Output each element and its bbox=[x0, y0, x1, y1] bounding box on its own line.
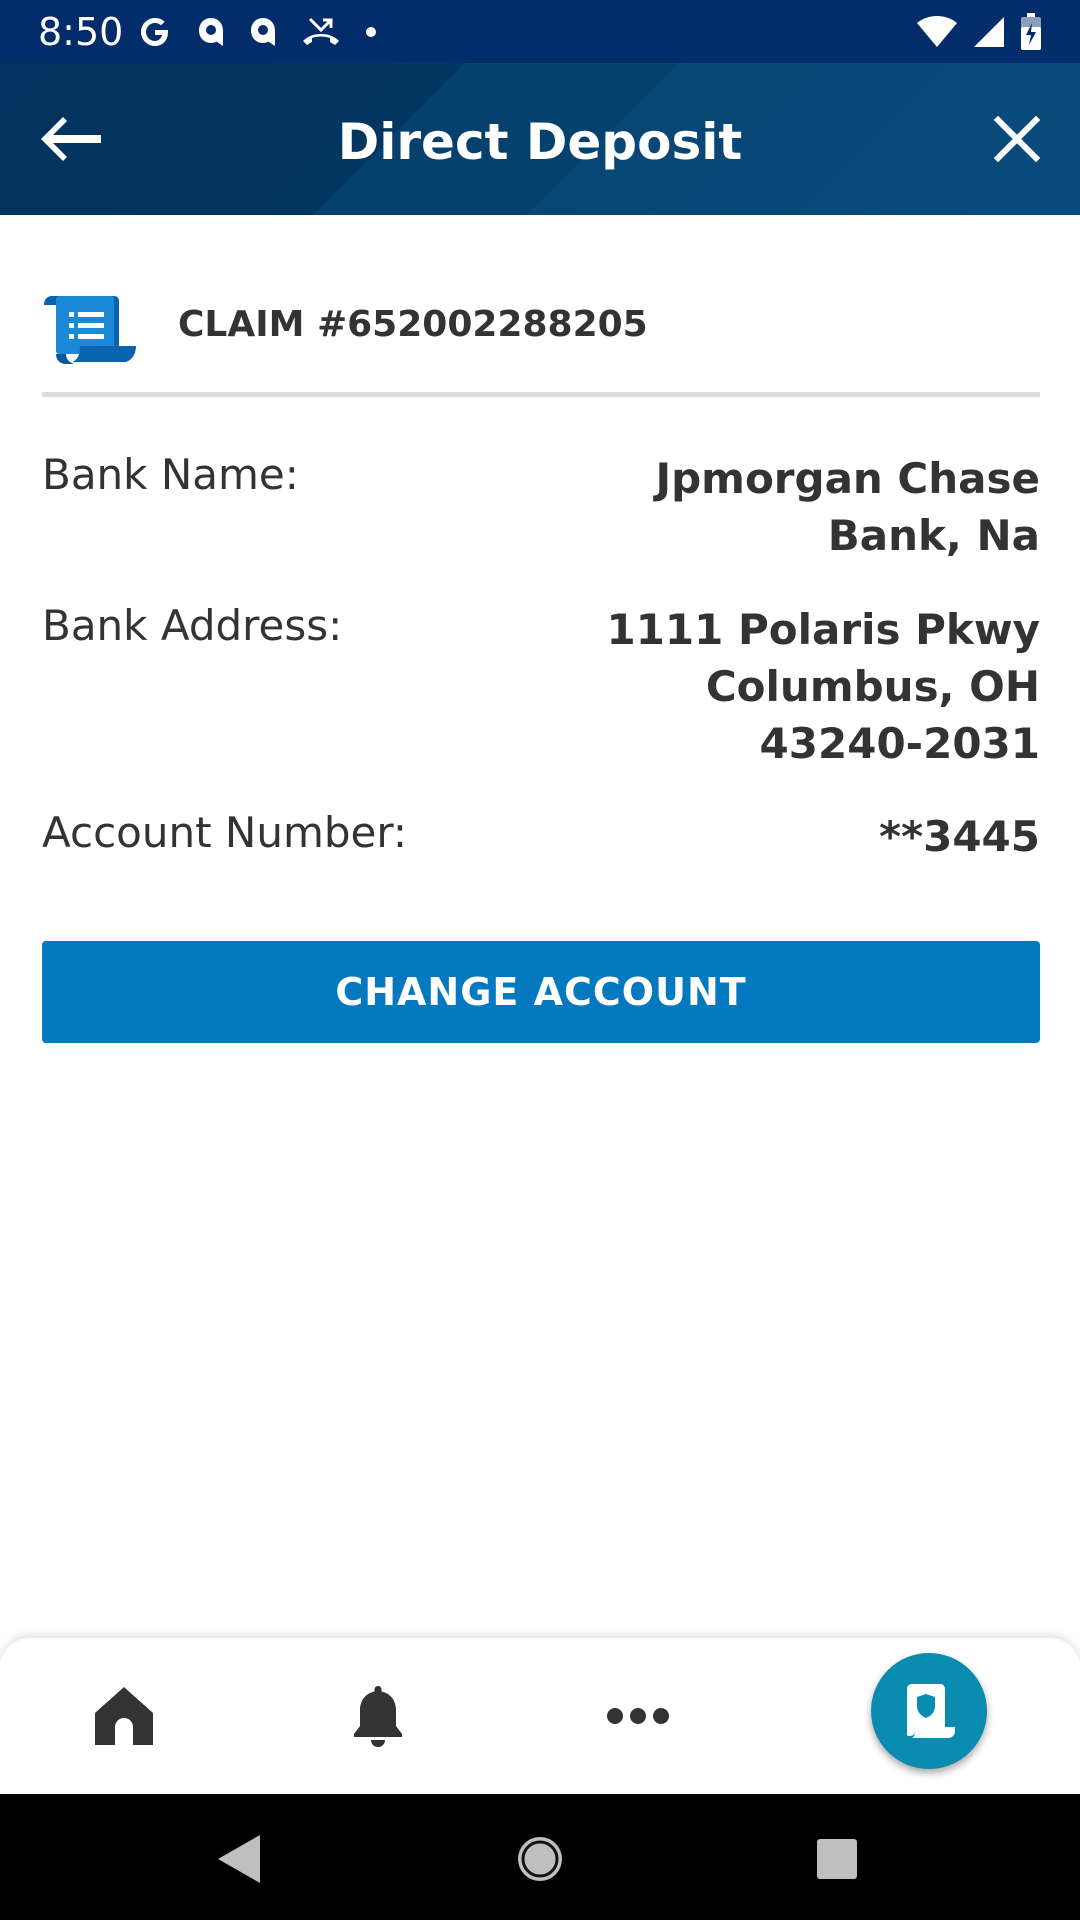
scroll-document-icon bbox=[44, 296, 136, 364]
bank-address-label: Bank Address: bbox=[42, 601, 343, 650]
nav-policy-fab[interactable] bbox=[871, 1653, 987, 1769]
home-icon bbox=[95, 1687, 153, 1745]
account-number-row: Account Number: **3445 bbox=[42, 808, 1040, 868]
close-button[interactable] bbox=[980, 107, 1054, 171]
system-home-button[interactable] bbox=[505, 1824, 575, 1894]
system-back-button[interactable] bbox=[204, 1824, 274, 1894]
bottom-nav bbox=[0, 1638, 1080, 1794]
status-bar: 8:50 bbox=[0, 0, 1080, 63]
account-number-label: Account Number: bbox=[42, 808, 408, 857]
status-system-icons bbox=[916, 12, 1042, 52]
dot-icon bbox=[366, 27, 376, 37]
cell-signal-icon bbox=[974, 17, 1004, 47]
bank-address-row: Bank Address: 1111 Polaris Pkwy Columbus… bbox=[42, 601, 1040, 771]
system-nav-bar bbox=[0, 1794, 1080, 1920]
nav-home[interactable] bbox=[72, 1638, 176, 1794]
system-recents-button[interactable] bbox=[802, 1824, 872, 1894]
google-icon bbox=[141, 18, 168, 46]
more-horizontal-icon bbox=[607, 1708, 669, 1724]
wifi-icon bbox=[917, 16, 957, 47]
policy-shield-icon bbox=[907, 1684, 955, 1738]
claim-number: CLAIM #652002288205 bbox=[178, 304, 648, 345]
bell-icon bbox=[354, 1686, 402, 1747]
app-notification-icon bbox=[251, 18, 275, 46]
account-number-value: **3445 bbox=[879, 812, 1040, 861]
direct-deposit-screen: 8:50 Direct Deposit CLAIM #652002288205 … bbox=[0, 0, 1080, 1920]
app-notification-icon bbox=[199, 18, 223, 46]
nav-notifications[interactable] bbox=[326, 1638, 430, 1794]
nav-more[interactable] bbox=[586, 1638, 690, 1794]
status-notification-icons bbox=[136, 10, 378, 54]
change-account-button[interactable]: CHANGE ACCOUNT bbox=[42, 941, 1040, 1043]
close-icon bbox=[994, 116, 1040, 162]
recents-square-icon bbox=[817, 1839, 857, 1879]
claim-header: CLAIM #652002288205 bbox=[42, 292, 1040, 397]
battery-charging-icon bbox=[1021, 13, 1041, 50]
missed-call-icon bbox=[303, 17, 339, 45]
app-header: Direct Deposit bbox=[0, 63, 1080, 215]
back-triangle-icon bbox=[218, 1835, 260, 1883]
bank-address-value: 1111 Polaris Pkwy Columbus, OH 43240-203… bbox=[606, 605, 1040, 768]
status-time: 8:50 bbox=[38, 10, 124, 54]
bank-name-value: Jpmorgan Chase Bank, Na bbox=[655, 454, 1040, 560]
bank-name-label: Bank Name: bbox=[42, 450, 299, 499]
page-title: Direct Deposit bbox=[337, 113, 743, 171]
home-circle-icon bbox=[518, 1837, 562, 1881]
bank-name-row: Bank Name: Jpmorgan Chase Bank, Na bbox=[42, 450, 1040, 560]
